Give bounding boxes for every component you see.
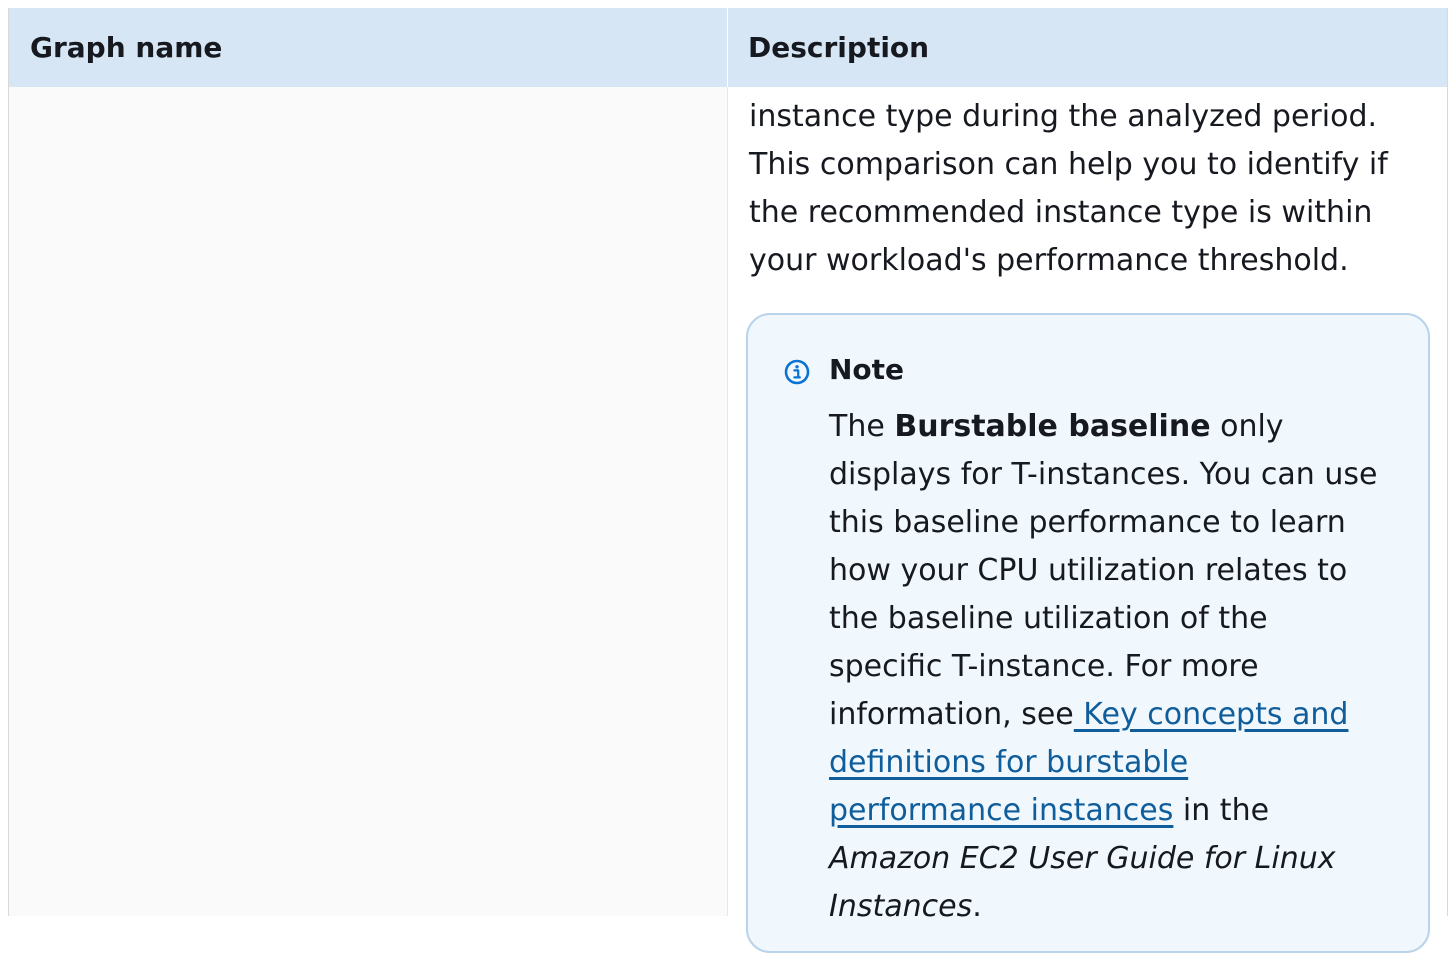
- note-text: .: [972, 889, 982, 924]
- note-callout: Note The Burstable baseline only display…: [746, 313, 1430, 953]
- description-column-header: Description: [748, 31, 930, 64]
- note-text: in the: [1173, 793, 1270, 828]
- note-text: The: [829, 409, 895, 444]
- graph-name-column-header: Graph name: [9, 8, 728, 87]
- table-header: Graph name Description: [9, 8, 1447, 87]
- graph-description-table: Graph name Description instance type dur…: [8, 8, 1448, 953]
- info-circle-icon: [784, 359, 810, 385]
- description-text: instance type during the analyzed period…: [749, 99, 1388, 278]
- guide-title: Amazon EC2 User Guide for Linux Instance…: [829, 841, 1336, 924]
- note-title: Note: [829, 353, 905, 386]
- burstable-baseline-term: Burstable baseline: [894, 409, 1211, 444]
- description-cell: instance type during the analyzed period…: [728, 87, 1447, 953]
- note-body: The Burstable baseline only displays for…: [829, 403, 1389, 931]
- graph-name-cell: [9, 87, 728, 916]
- note-text: only displays for T-instances. You can u…: [829, 409, 1378, 732]
